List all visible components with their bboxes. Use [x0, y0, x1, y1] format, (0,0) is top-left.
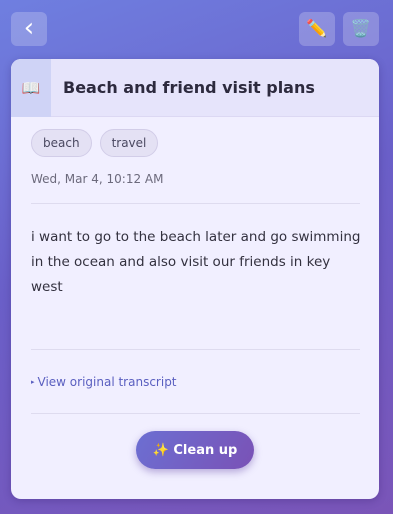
clean-up-button[interactable]: ✨ Clean up: [136, 431, 254, 469]
delete-button[interactable]: 🗑️: [343, 12, 379, 46]
clean-up-label: ✨ Clean up: [152, 442, 238, 458]
tag-travel[interactable]: travel: [99, 129, 159, 157]
divider: [31, 203, 360, 204]
view-transcript-link[interactable]: ▸ View original transcript: [31, 375, 177, 389]
book-icon: 📖: [11, 59, 51, 117]
tag-list: beach travel: [31, 129, 159, 157]
back-button[interactable]: ‹: [11, 12, 47, 46]
trash-icon: 🗑️: [350, 19, 372, 39]
note-date: Wed, Mar 4, 10:12 AM: [31, 172, 164, 186]
note-card: 📖 Beach and friend visit plans beach tra…: [11, 59, 379, 499]
caret-right-icon: ▸: [31, 378, 35, 386]
pencil-icon: ✏️: [306, 19, 328, 39]
note-body: i want to go to the beach later and go s…: [31, 229, 361, 295]
transcript-label: View original transcript: [37, 375, 177, 389]
tag-beach[interactable]: beach: [31, 129, 92, 157]
edit-button[interactable]: ✏️: [299, 12, 335, 46]
divider: [31, 413, 360, 414]
divider: [31, 349, 360, 350]
note-header: 📖 Beach and friend visit plans: [11, 59, 379, 117]
chevron-left-icon: ‹: [23, 12, 35, 43]
note-title: Beach and friend visit plans: [63, 78, 315, 97]
